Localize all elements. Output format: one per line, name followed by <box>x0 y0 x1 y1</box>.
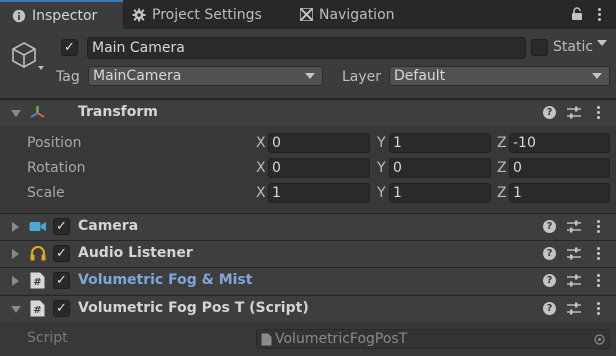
tag-dropdown[interactable]: MainCamera <box>88 66 323 86</box>
position-x-field[interactable]: 0 <box>268 133 370 153</box>
position-y-field[interactable]: 1 <box>389 133 491 153</box>
script-label: Script <box>27 330 68 346</box>
tag-label: Tag <box>56 69 80 85</box>
active-checkbox[interactable]: ✓ <box>61 39 78 56</box>
axis-x-label[interactable]: X <box>256 185 266 201</box>
tab-label: Inspector <box>32 7 98 24</box>
presets-icon[interactable] <box>567 274 581 287</box>
script-reference-value: VolumetricFogPosT <box>275 331 408 347</box>
foldout-open-icon[interactable] <box>11 110 21 117</box>
layer-label: Layer <box>342 69 382 85</box>
axis-z-label[interactable]: Z <box>497 185 507 201</box>
axis-x-label[interactable]: X <box>256 160 266 176</box>
rotation-z-field[interactable]: 0 <box>509 158 610 178</box>
axis-y-label[interactable]: Y <box>377 185 386 201</box>
axis-z-label[interactable]: Z <box>497 135 507 151</box>
help-icon[interactable]: ? <box>543 220 556 233</box>
svg-text:#: # <box>33 305 41 316</box>
more-options-icon[interactable] <box>596 302 600 315</box>
more-options-icon[interactable] <box>596 106 600 119</box>
transform-title: Transform <box>78 104 158 120</box>
camera-enabled-checkbox[interactable]: ✓ <box>53 218 70 235</box>
more-options-icon[interactable] <box>596 220 600 233</box>
scale-z-field[interactable]: 1 <box>509 183 610 203</box>
volumetric-fog-pos-t-enabled-checkbox[interactable]: ✓ <box>53 300 70 317</box>
headphones-icon <box>30 246 46 261</box>
scale-y-field[interactable]: 1 <box>389 183 491 203</box>
volumetric-fog-mist-enabled-checkbox[interactable]: ✓ <box>53 272 70 289</box>
tag-value: MainCamera <box>93 68 182 84</box>
scale-label: Scale <box>27 185 65 201</box>
axis-z-label[interactable]: Z <box>497 160 507 176</box>
layer-value: Default <box>394 68 446 84</box>
tab-project-settings[interactable]: Project Settings <box>132 0 292 29</box>
rotation-x-field[interactable]: 0 <box>268 158 370 178</box>
gear-icon <box>132 8 146 21</box>
chevron-down-icon <box>305 73 315 79</box>
more-options-icon[interactable] <box>597 8 601 21</box>
scale-x-field[interactable]: 1 <box>268 183 370 203</box>
audio-listener-title: Audio Listener <box>78 245 193 261</box>
presets-icon[interactable] <box>567 106 581 119</box>
script-file-icon <box>261 333 272 345</box>
foldout-closed-icon[interactable] <box>12 249 19 259</box>
axis-x-label[interactable]: X <box>256 135 266 151</box>
chevron-down-icon <box>592 73 602 79</box>
svg-text:#: # <box>33 277 41 288</box>
foldout-open-icon[interactable] <box>11 306 21 313</box>
axis-y-label[interactable]: Y <box>377 135 386 151</box>
more-options-icon[interactable] <box>596 274 600 287</box>
lock-icon[interactable] <box>571 7 583 21</box>
audio-listener-enabled-checkbox[interactable]: ✓ <box>53 245 70 262</box>
layer-dropdown[interactable]: Default <box>389 66 610 86</box>
static-checkbox[interactable] <box>531 39 548 56</box>
script-icon: # <box>30 272 45 289</box>
volumetric-fog-mist-title: Volumetric Fog & Mist <box>78 272 253 288</box>
static-dropdown-caret[interactable] <box>597 40 607 46</box>
rotation-y-field[interactable]: 0 <box>389 158 491 178</box>
foldout-closed-icon[interactable] <box>12 222 19 232</box>
help-icon[interactable]: ? <box>543 247 556 260</box>
object-picker-icon[interactable] <box>594 333 605 345</box>
presets-icon[interactable] <box>567 302 581 315</box>
camera-title: Camera <box>78 218 139 234</box>
gameobject-cube-icon[interactable] <box>10 40 44 74</box>
camera-icon <box>29 222 46 231</box>
gameobject-name-field[interactable]: Main Camera <box>87 37 526 59</box>
presets-icon[interactable] <box>567 220 581 233</box>
tab-inspector[interactable]: Inspector <box>0 0 123 29</box>
tab-label: Project Settings <box>152 6 262 23</box>
tab-divider <box>123 6 124 24</box>
more-options-icon[interactable] <box>596 247 600 260</box>
volumetric-fog-pos-t-title: Volumetric Fog Pos T (Script) <box>78 300 309 316</box>
position-label: Position <box>27 135 82 151</box>
script-reference-field[interactable]: VolumetricFogPosT <box>256 329 610 349</box>
info-icon <box>12 9 26 22</box>
transform-icon <box>30 106 45 118</box>
presets-icon[interactable] <box>567 247 581 260</box>
script-icon: # <box>30 300 45 317</box>
help-icon[interactable]: ? <box>543 302 556 315</box>
rotation-label: Rotation <box>27 160 86 176</box>
help-icon[interactable]: ? <box>543 106 556 119</box>
navigation-icon <box>300 8 313 21</box>
position-z-field[interactable]: -10 <box>509 133 610 153</box>
foldout-closed-icon[interactable] <box>12 276 19 286</box>
tab-label: Navigation <box>319 6 395 23</box>
axis-y-label[interactable]: Y <box>377 160 386 176</box>
tab-navigation[interactable]: Navigation <box>300 0 420 29</box>
static-label: Static <box>553 39 594 55</box>
help-icon[interactable]: ? <box>543 274 556 287</box>
